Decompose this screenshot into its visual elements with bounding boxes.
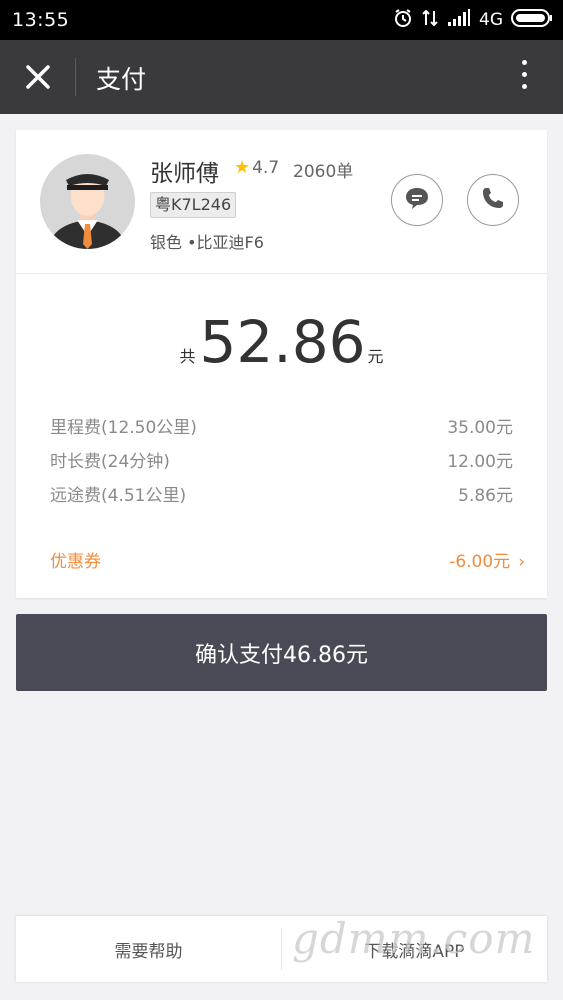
data-transfer-icon	[421, 8, 439, 33]
chat-bubble-icon	[404, 185, 430, 215]
page-title: 支付	[96, 65, 147, 94]
fee-row: 远途费(4.51公里) 5.86元	[50, 481, 513, 506]
fee-label: 远途费(4.51公里)	[50, 486, 187, 506]
signal-icon	[447, 8, 471, 32]
fee-label: 时长费(24分钟)	[50, 452, 170, 472]
total-amount: 52.86	[199, 308, 366, 376]
driver-info: 张师傅 ★ 4.7 2060单 粤K7L246 银色 •比亚迪F6	[16, 130, 547, 274]
rating-value: 4.7	[252, 157, 280, 178]
car-description: 银色 •比亚迪F6	[150, 233, 264, 252]
driver-avatar	[40, 154, 135, 249]
more-vertical-icon[interactable]	[519, 60, 529, 96]
total-prefix: 共	[179, 347, 196, 366]
driver-rating: ★ 4.7	[234, 157, 279, 178]
coupon-label: 优惠券	[50, 552, 101, 572]
phone-icon	[480, 185, 506, 215]
call-driver-button[interactable]	[467, 174, 519, 226]
fee-value: 12.00元	[447, 452, 513, 472]
status-bar: 13:55 4G	[0, 0, 563, 40]
top-app-bar: 支付	[0, 40, 563, 114]
star-icon: ★	[234, 157, 251, 178]
fee-value: 35.00元	[447, 418, 513, 438]
coupon-row[interactable]: 优惠券 -6.00元 ›	[50, 547, 525, 572]
close-icon[interactable]	[22, 61, 54, 93]
confirm-payment-button[interactable]: 确认支付46.86元	[16, 614, 547, 691]
fee-row: 时长费(24分钟) 12.00元	[50, 447, 513, 472]
message-driver-button[interactable]	[391, 174, 443, 226]
alarm-icon	[393, 8, 413, 33]
fee-row: 里程费(12.50公里) 35.00元	[50, 413, 513, 438]
network-type: 4G	[479, 10, 503, 30]
status-icons: 4G	[393, 8, 553, 32]
coupon-value: -6.00元	[449, 552, 511, 572]
total-unit: 元	[367, 347, 384, 366]
fee-label: 里程费(12.50公里)	[50, 418, 197, 438]
coupon-value-group: -6.00元 ›	[449, 547, 525, 572]
help-button[interactable]: 需要帮助	[16, 916, 281, 982]
watermark: gdmm.com	[292, 914, 536, 963]
status-time: 13:55	[12, 9, 70, 31]
total-amount-row: 共52.86 元	[16, 308, 547, 376]
license-plate: 粤K7L246	[150, 192, 237, 218]
driver-order-count: 2060单	[293, 162, 354, 182]
fee-value: 5.86元	[458, 486, 513, 506]
chevron-right-icon: ›	[518, 552, 525, 572]
payment-card: 张师傅 ★ 4.7 2060单 粤K7L246 银色 •比亚迪F6 共52.86…	[16, 130, 547, 598]
driver-name: 张师傅	[150, 161, 219, 187]
battery-icon	[511, 8, 553, 32]
header-divider	[75, 58, 76, 96]
